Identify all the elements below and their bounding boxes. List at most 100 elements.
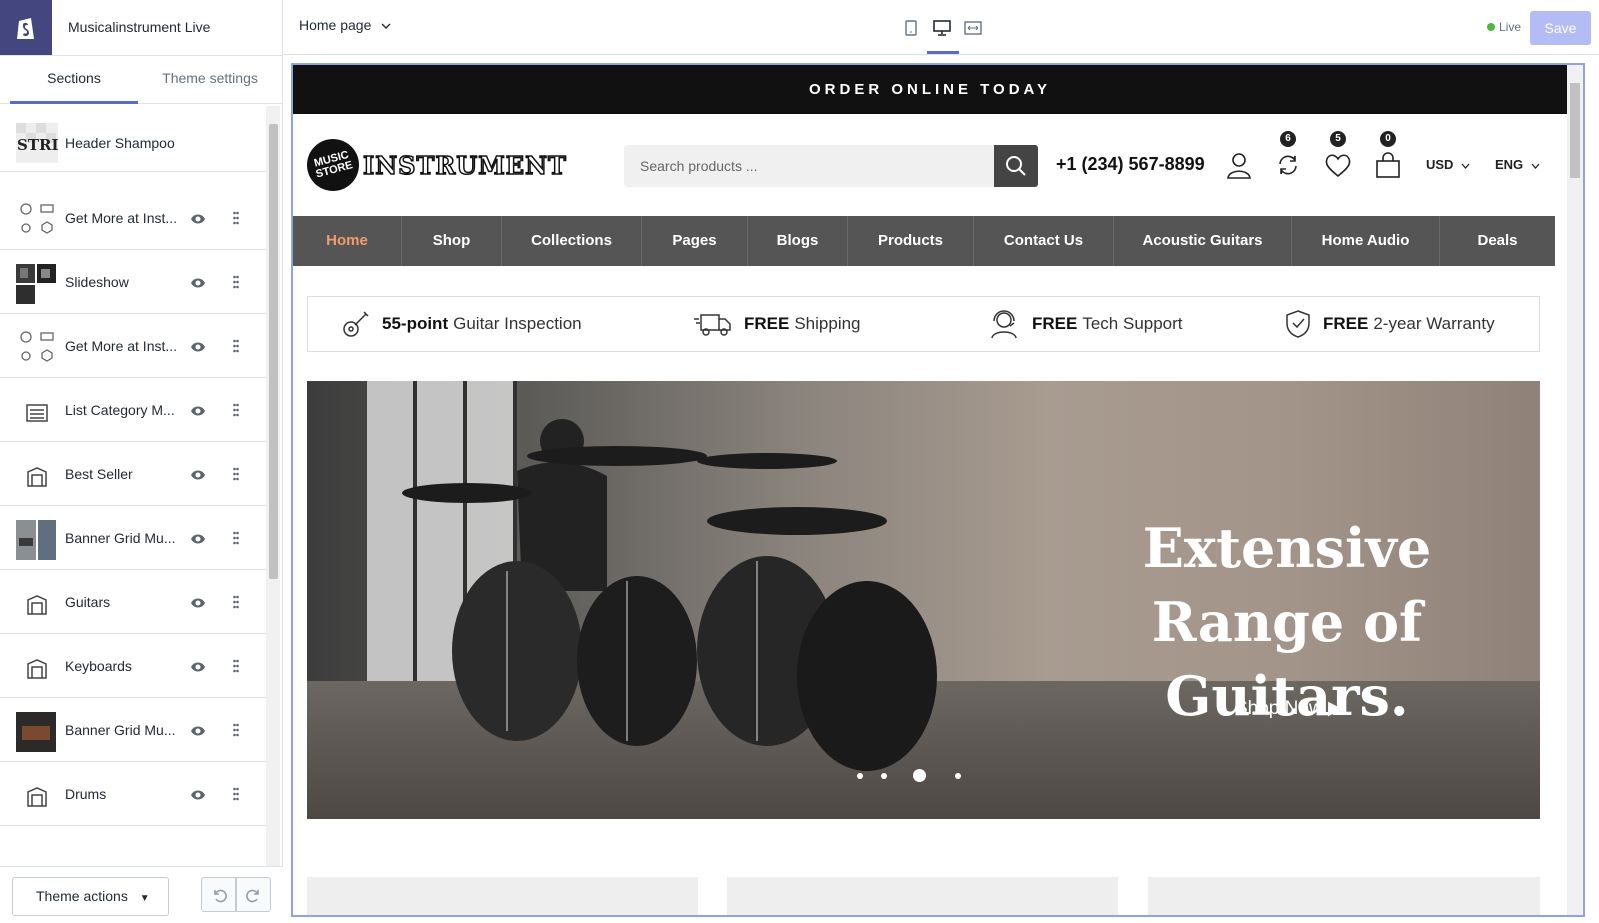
language-label: ENG [1495, 157, 1524, 172]
category-card[interactable] [727, 877, 1118, 915]
wishlist-button[interactable]: 5 [1322, 131, 1354, 181]
undo-icon [213, 889, 227, 902]
nav-item-contact-us[interactable]: Contact Us [974, 216, 1114, 266]
drag-handle-icon[interactable] [233, 659, 239, 678]
product-tag-icon [16, 456, 58, 498]
page-selector[interactable]: Home page [299, 17, 391, 33]
heart-icon [1325, 154, 1351, 178]
eye-icon[interactable] [190, 660, 206, 678]
drag-handle-icon[interactable] [233, 531, 239, 550]
tab-theme-settings[interactable]: Theme settings [148, 56, 272, 104]
compare-icon [1279, 155, 1297, 175]
feature-bold: FREE [744, 314, 790, 333]
fullscreen-view-button[interactable] [958, 16, 988, 40]
user-icon [1227, 153, 1251, 179]
slide-dot[interactable] [881, 773, 887, 779]
currency-selector[interactable]: USD [1426, 157, 1470, 172]
theme-actions-label: Theme actions [36, 888, 128, 904]
eye-icon[interactable] [190, 532, 206, 550]
list-icon [16, 392, 58, 434]
theme-actions-button[interactable]: Theme actions ▼ [12, 877, 169, 916]
nav-item-blogs[interactable]: Blogs [748, 216, 848, 266]
mobile-icon [905, 20, 917, 36]
drag-handle-icon[interactable] [233, 595, 239, 614]
shopify-logo[interactable] [0, 0, 52, 55]
tab-sections[interactable]: Sections [10, 56, 138, 104]
slide-dot[interactable] [857, 773, 863, 779]
search-input[interactable] [624, 145, 994, 187]
section-item-header[interactable]: STRI Header Shampoo [0, 114, 266, 172]
nav-item-home-audio[interactable]: Home Audio [1292, 216, 1440, 266]
nav-item-pages[interactable]: Pages [642, 216, 748, 266]
search-icon [1006, 156, 1026, 176]
section-item-get-more[interactable]: Get More at Inst... [0, 314, 266, 378]
shop-now-link[interactable]: Shop Now ▶ [1235, 697, 1343, 720]
drag-handle-icon[interactable] [233, 787, 239, 806]
phone-number[interactable]: +1 (234) 567-8899 [1056, 154, 1205, 175]
redo-button[interactable] [236, 877, 271, 912]
preview-scrollbar[interactable] [1567, 65, 1583, 915]
eye-icon[interactable] [190, 404, 206, 422]
features-thumbnail [16, 200, 58, 242]
nav-item-deals[interactable]: Deals [1440, 216, 1555, 266]
support-agent-icon [988, 309, 1020, 339]
feature-bold: FREE [1323, 314, 1369, 333]
section-item-keyboards[interactable]: Keyboards [0, 634, 266, 698]
save-button[interactable]: Save [1530, 11, 1591, 45]
compare-button[interactable]: 6 [1272, 131, 1304, 181]
section-item-list-category[interactable]: List Category M... [0, 378, 266, 442]
cart-button[interactable]: 0 [1372, 131, 1404, 181]
hero-slideshow[interactable]: Extensive Range of Guitars. Shop Now ▶ [307, 381, 1540, 819]
logo-badge: MUSIC STORE [301, 133, 365, 197]
desktop-view-button[interactable] [927, 16, 957, 40]
drag-handle-icon[interactable] [233, 211, 239, 230]
section-item-banner-grid[interactable]: Banner Grid Mu... [0, 698, 266, 762]
sidebar-scrollbar[interactable] [266, 106, 280, 866]
banner-thumbnail [16, 712, 58, 754]
section-item-slideshow[interactable]: Slideshow [0, 250, 266, 314]
section-item-banner-grid[interactable]: Banner Grid Mu... [0, 506, 266, 570]
category-card[interactable] [1148, 877, 1540, 915]
category-card[interactable] [307, 877, 698, 915]
eye-icon[interactable] [190, 276, 206, 294]
nav-item-products[interactable]: Products [848, 216, 974, 266]
drag-handle-icon[interactable] [233, 339, 239, 358]
eye-icon[interactable] [190, 724, 206, 742]
store-logo[interactable]: MUSIC STORE INSTRUMENT [301, 133, 567, 197]
section-item-best-seller[interactable]: Best Seller [0, 442, 266, 506]
drag-handle-icon[interactable] [233, 467, 239, 486]
eye-icon[interactable] [190, 596, 206, 614]
guitar-icon [340, 309, 370, 339]
eye-icon[interactable] [190, 340, 206, 358]
drag-handle-icon[interactable] [233, 723, 239, 742]
scrollbar-thumb[interactable] [1570, 83, 1580, 178]
live-status: Live [1487, 20, 1521, 34]
slide-dot[interactable] [913, 769, 926, 782]
section-item-get-more[interactable]: Get More at Inst... [0, 186, 266, 250]
scrollbar-thumb[interactable] [269, 124, 278, 579]
slide-dot[interactable] [955, 773, 961, 779]
eye-icon[interactable] [190, 468, 206, 486]
nav-item-home[interactable]: Home [293, 216, 402, 266]
search-button[interactable] [994, 145, 1038, 187]
editor-sidebar: Musicalinstrument Live Sections Theme se… [0, 0, 283, 923]
drag-handle-icon[interactable] [233, 275, 239, 294]
drag-handle-icon[interactable] [233, 403, 239, 422]
feature-text: Shipping [794, 314, 861, 333]
account-button[interactable] [1223, 149, 1255, 181]
section-label: Banner Grid Mu... [65, 722, 176, 738]
eye-icon[interactable] [190, 788, 206, 806]
section-item-guitars[interactable]: Guitars [0, 570, 266, 634]
undo-button[interactable] [201, 877, 236, 912]
section-item-drums[interactable]: Drums [0, 762, 266, 826]
features-thumbnail [16, 328, 58, 370]
sidebar-footer: Theme actions ▼ [0, 866, 283, 923]
nav-item-collections[interactable]: Collections [502, 216, 642, 266]
language-selector[interactable]: ENG [1495, 157, 1540, 172]
nav-item-acoustic-guitars[interactable]: Acoustic Guitars [1114, 216, 1292, 266]
nav-item-shop[interactable]: Shop [402, 216, 502, 266]
banner-thumbnail [16, 520, 58, 562]
eye-icon[interactable] [190, 212, 206, 230]
slideshow-thumbnail [16, 264, 58, 306]
mobile-view-button[interactable] [896, 16, 926, 40]
